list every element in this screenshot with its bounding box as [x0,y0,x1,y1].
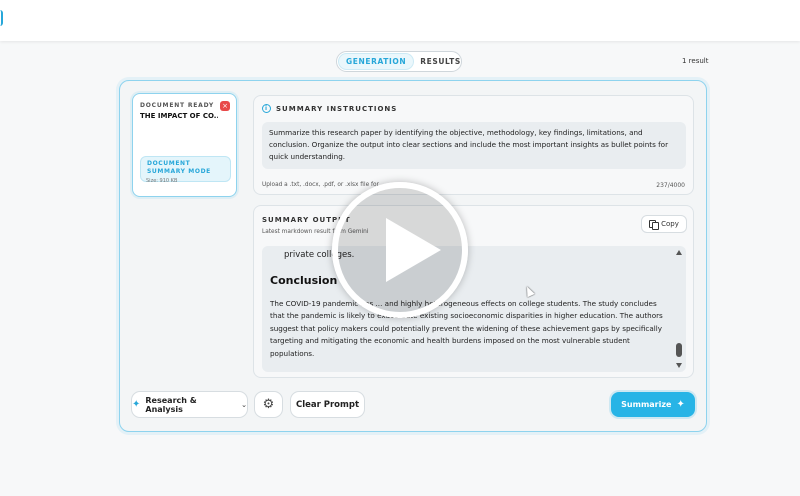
video-play-button[interactable] [332,182,468,318]
copy-label: Copy [661,220,679,228]
summary-output-panel: SUMMARY OUTPUT Latest markdown result fr… [253,205,694,378]
document-size: Size: 910 KB [146,178,178,184]
info-icon: i [262,104,271,113]
tab-generation[interactable]: GENERATION [339,54,414,69]
output-content[interactable]: private colleges. Conclusion The COVID-1… [262,246,686,372]
logo-icon [0,10,3,26]
instructions-heading: SUMMARY INSTRUCTIONS [276,104,398,113]
gear-icon: ⚙ [262,397,275,412]
result-count: 1 result [682,57,709,65]
output-scrollbar[interactable] [674,246,684,372]
category-dropdown[interactable]: ✦ Research & Analysis ⌄ [131,391,248,418]
summarize-button[interactable]: Summarize ✦ [611,392,695,417]
sparkle-icon: ✦ [676,399,685,410]
document-status: DOCUMENT READY [140,102,215,109]
scroll-thumb[interactable] [676,343,682,357]
summary-instructions-panel: i SUMMARY INSTRUCTIONS Summarize this re… [253,95,694,195]
top-bar [0,0,800,41]
upload-hint: Upload a .txt, .docx, .pdf, or .xlsx fil… [262,182,387,188]
sparkle-icon: ✦ [132,399,141,410]
close-icon[interactable]: × [220,101,230,111]
play-icon [386,218,441,282]
settings-button[interactable]: ⚙ [254,391,283,418]
character-count: 237/4000 [656,182,685,189]
copy-icon [649,220,659,230]
summarize-label: Summarize [621,400,672,409]
copy-button[interactable]: Copy [641,215,687,233]
tab-results[interactable]: RESULTS [413,54,468,69]
scroll-up-icon[interactable] [676,250,682,255]
document-title: THE IMPACT OF CO... [140,112,218,120]
instructions-header: i SUMMARY INSTRUCTIONS [262,104,397,113]
scroll-down-icon[interactable] [676,363,682,368]
clear-prompt-button[interactable]: Clear Prompt [290,391,365,418]
output-section-title: Conclusion [270,274,338,287]
category-label: Research & Analysis [145,395,197,414]
output-paragraph: The COVID-19 pandemic has ... and highly… [270,299,663,358]
document-card[interactable]: DOCUMENT READY THE IMPACT OF CO... × DOC… [132,93,237,197]
mode-toggle: GENERATION RESULTS [336,51,462,72]
chevron-down-icon: ⌄ [241,400,247,409]
instructions-textarea[interactable]: Summarize this research paper by identif… [262,122,686,169]
